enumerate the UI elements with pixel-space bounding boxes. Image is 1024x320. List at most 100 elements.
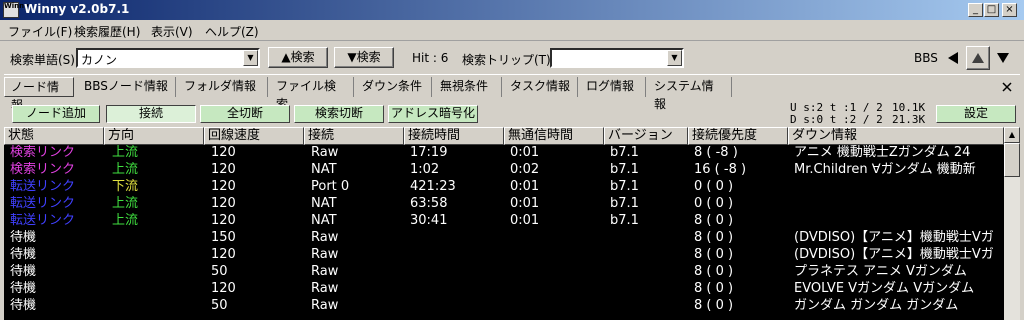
bbs-down-icon[interactable] <box>996 51 1010 65</box>
cell-download-info <box>794 196 1004 212</box>
cell-state: 転送リンク <box>10 213 76 228</box>
tab-download-conditions[interactable]: ダウン条件 <box>356 77 432 97</box>
bbs-label: BBS <box>914 51 938 65</box>
disconnect-all-button[interactable]: 全切断 <box>200 105 290 123</box>
col-connect-time[interactable]: 接続時間 <box>404 127 504 145</box>
menu-search-history[interactable]: 検索履歴(H) <box>74 23 140 40</box>
cell-download-info: プラネテス アニメ Vガンダム <box>794 264 967 279</box>
vertical-scrollbar[interactable]: ▲ <box>1004 127 1020 320</box>
cell-priority: 8 ( 0 ) <box>694 247 734 262</box>
cell-speed: 120 <box>211 281 236 296</box>
scroll-thumb[interactable] <box>1004 143 1020 177</box>
col-connection[interactable]: 接続 <box>304 127 404 145</box>
cell-connection: Raw <box>311 264 339 279</box>
cell-direction <box>112 281 202 297</box>
tab-folder-info[interactable]: フォルダ情報 <box>178 77 268 97</box>
cell-state: 待機 <box>10 230 37 245</box>
scroll-up-button[interactable]: ▲ <box>1004 127 1020 143</box>
table-row[interactable]: 転送リンク 上流 120 NAT 63:58 0:01 b7.1 0 ( 0 ) <box>4 196 1004 212</box>
trip-input[interactable]: ▼ <box>550 48 684 68</box>
cell-connection: Port 0 <box>311 179 350 194</box>
table-row[interactable]: 待機 150 Raw 8 ( 0 ) (DVDISO)【アニメ】機動戦士Vガ <box>4 230 1004 246</box>
cell-speed: 120 <box>211 196 236 211</box>
table-row[interactable]: 待機 120 Raw 8 ( 0 ) (DVDISO)【アニメ】機動戦士Vガ <box>4 247 1004 263</box>
search-down-button[interactable]: ▼検索 <box>334 47 394 68</box>
cell-state: 待機 <box>10 298 37 313</box>
col-speed[interactable]: 回線速度 <box>204 127 304 145</box>
trip-dropdown-button[interactable]: ▼ <box>667 50 682 66</box>
table-row[interactable]: 待機 120 Raw 8 ( 0 ) EVOLVE Vガンダム Vガンダム <box>4 281 1004 297</box>
table-row[interactable]: 転送リンク 上流 120 NAT 30:41 0:01 b7.1 8 ( 0 ) <box>4 213 1004 229</box>
cell-connect-time <box>410 298 500 314</box>
col-state[interactable]: 状態 <box>4 127 104 145</box>
cell-speed: 120 <box>211 179 236 194</box>
cell-idle-time: 0:02 <box>510 162 540 177</box>
table-row[interactable]: 転送リンク 下流 120 Port 0 421:23 0:01 b7.1 0 ( 0 ) <box>4 179 1004 195</box>
tab-system-info[interactable]: システム情報 <box>648 77 732 111</box>
settings-button[interactable]: 設定 <box>936 105 1016 123</box>
menu-view[interactable]: 表示(V) <box>151 23 193 40</box>
app-icon: Winny <box>3 2 29 18</box>
cell-direction: 下流 <box>112 179 139 194</box>
table-row[interactable]: 待機 50 Raw 8 ( 0 ) プラネテス アニメ Vガンダム <box>4 264 1004 280</box>
cell-version <box>610 247 686 263</box>
menu-help[interactable]: ヘルプ(Z) <box>205 23 259 40</box>
cell-idle-time: 0:01 <box>510 179 540 194</box>
cell-version: b7.1 <box>610 179 639 194</box>
cell-connection: Raw <box>311 145 339 160</box>
cell-idle-time <box>510 298 600 314</box>
search-label: 検索単語(S) <box>10 53 75 67</box>
cell-download-info: EVOLVE Vガンダム Vガンダム <box>794 281 975 296</box>
col-priority[interactable]: 接続優先度 <box>688 127 788 145</box>
menu-file[interactable]: ファイル(F) <box>8 23 72 40</box>
search-input[interactable]: カノン ▼ <box>76 48 260 68</box>
minimize-button[interactable]: _ <box>968 3 983 17</box>
search-disconnect-button[interactable]: 検索切断 <box>294 105 384 123</box>
cell-priority: 0 ( 0 ) <box>694 179 734 194</box>
cell-direction <box>112 264 202 280</box>
maximize-button[interactable]: □ <box>984 3 999 17</box>
cell-idle-time: 0:01 <box>510 196 540 211</box>
search-value: カノン <box>81 53 118 67</box>
address-encrypt-button[interactable]: アドレス暗号化 <box>388 105 478 123</box>
tab-node-info[interactable]: ノード情報 <box>4 77 74 112</box>
tab-bar: ノード情報 BBSノード情報 フォルダ情報 ファイル検索 ダウン条件 無視条件 … <box>4 74 1020 112</box>
cell-connection: Raw <box>311 247 339 262</box>
close-tab-icon[interactable] <box>1002 82 1012 92</box>
cell-connection: NAT <box>311 162 337 177</box>
cell-speed: 50 <box>211 298 228 313</box>
cell-connect-time <box>410 264 500 280</box>
tab-file-search[interactable]: ファイル検索 <box>270 77 354 111</box>
col-version[interactable]: バージョン <box>604 127 688 145</box>
cell-connect-time: 1:02 <box>410 162 440 177</box>
hit-count: Hit : 6 <box>412 51 449 65</box>
table-row[interactable]: 検索リンク 上流 120 NAT 1:02 0:02 b7.1 16 ( -8 ) Mr.Chi… <box>4 162 1004 178</box>
col-idle-time[interactable]: 無通信時間 <box>504 127 604 145</box>
cell-version <box>610 264 686 280</box>
cell-direction: 上流 <box>112 162 139 177</box>
cell-priority: 8 ( 0 ) <box>694 281 734 296</box>
col-direction[interactable]: 方向 <box>104 127 204 145</box>
search-toolbar: 検索単語(S) カノン ▼ ▲検索 ▼検索 Hit : 6 検索トリップ(T) … <box>0 42 1024 72</box>
bbs-up-button[interactable] <box>966 46 990 70</box>
tab-task-info[interactable]: タスク情報 <box>504 77 578 97</box>
cell-state: 検索リンク <box>10 145 76 160</box>
table-row[interactable]: 待機 50 Raw 8 ( 0 ) ガンダム ガンダム ガンダム <box>4 298 1004 314</box>
bbs-prev-icon[interactable] <box>946 51 960 65</box>
table-row[interactable]: 検索リンク 上流 120 Raw 17:19 0:01 b7.1 8 ( -8 ) アニメ 機動… <box>4 145 1004 161</box>
tab-bbs-node-info[interactable]: BBSノード情報 <box>78 77 176 97</box>
search-up-button[interactable]: ▲検索 <box>268 47 328 68</box>
cell-connect-time: 63:58 <box>410 196 448 211</box>
cell-version: b7.1 <box>610 196 639 211</box>
tab-ignore-conditions[interactable]: 無視条件 <box>434 77 502 97</box>
cell-idle-time <box>510 281 600 297</box>
add-node-button[interactable]: ノード追加 <box>12 105 100 123</box>
cell-download-info <box>794 213 1004 229</box>
connect-button[interactable]: 接続 <box>106 105 196 123</box>
node-table[interactable]: 状態 方向 回線速度 接続 接続時間 無通信時間 バージョン 接続優先度 ダウン… <box>4 127 1004 320</box>
tab-log-info[interactable]: ログ情報 <box>580 77 646 97</box>
search-dropdown-button[interactable]: ▼ <box>243 50 258 66</box>
close-button[interactable]: × <box>1002 3 1017 17</box>
col-download-info[interactable]: ダウン情報 <box>788 127 1004 145</box>
cell-connection: Raw <box>311 281 339 296</box>
